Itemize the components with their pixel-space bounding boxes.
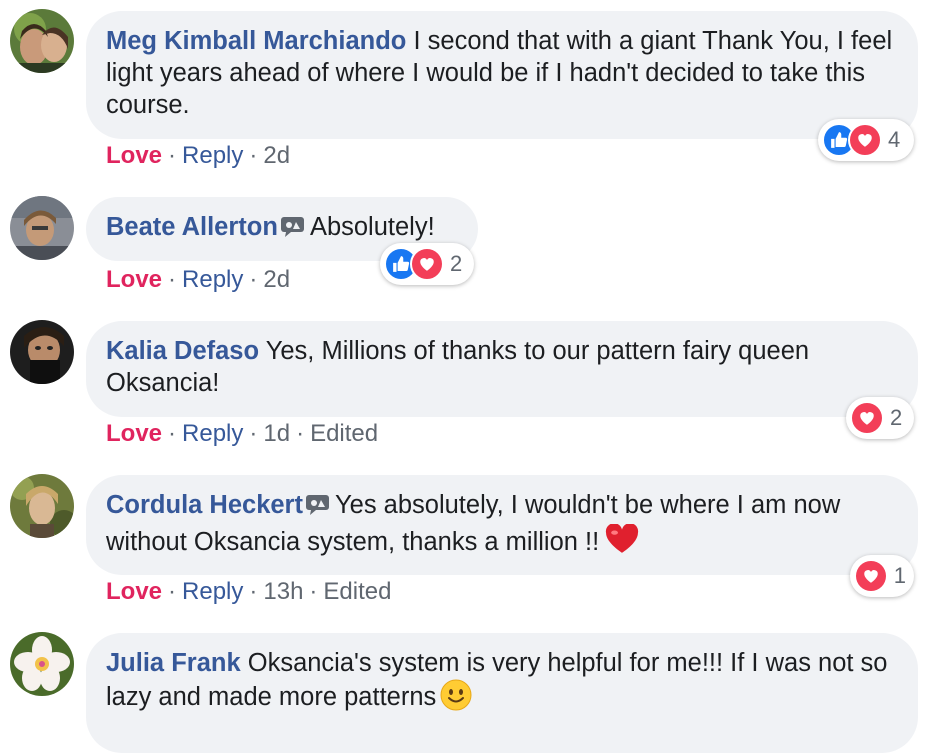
love-action-link[interactable]: Love (106, 578, 162, 605)
separator: · (249, 578, 258, 605)
separator: · (309, 578, 318, 605)
speech-bubble-badge-icon (280, 214, 306, 246)
comment-bubble: Meg Kimball Marchiando I second that wit… (86, 11, 918, 139)
reactions-summary[interactable]: 2 (380, 243, 474, 285)
comment-bubble: Kalia Defaso Yes, Millions of thanks to … (86, 321, 918, 417)
author-name[interactable]: Julia Frank (106, 649, 241, 677)
comment-actions: Love · Reply · 2d (106, 142, 290, 170)
edited-label[interactable]: Edited (323, 578, 391, 605)
separator: · (168, 578, 177, 605)
author-name[interactable]: Kalia Defaso (106, 337, 259, 365)
avatar[interactable] (10, 474, 74, 538)
separator: · (249, 266, 258, 293)
avatar[interactable] (10, 320, 74, 384)
reactions-summary[interactable]: 1 (850, 555, 914, 597)
comment-text: Absolutely! (309, 213, 435, 241)
red-heart-emoji-icon (605, 523, 639, 562)
heart-icon (410, 247, 444, 281)
avatar[interactable] (10, 632, 74, 696)
author-name[interactable]: Beate Allerton (106, 213, 278, 241)
edited-label[interactable]: Edited (310, 420, 378, 447)
reply-link[interactable]: Reply (182, 578, 243, 605)
reactions-summary[interactable]: 2 (846, 397, 914, 439)
heart-icon (850, 401, 884, 435)
reply-link[interactable]: Reply (182, 266, 243, 293)
separator: · (168, 420, 177, 447)
love-action-link[interactable]: Love (106, 142, 162, 169)
comment-actions: Love · Reply · 1d · Edited (106, 420, 378, 448)
heart-icon (848, 123, 882, 157)
reaction-count: 1 (893, 563, 906, 588)
separator: · (296, 420, 305, 447)
speech-bubble-badge-icon (305, 492, 331, 524)
slightly-smiling-face-emoji-icon (440, 679, 472, 719)
timestamp[interactable]: 1d (263, 420, 290, 447)
avatar[interactable] (10, 196, 74, 260)
avatar[interactable] (10, 9, 74, 73)
reactions-summary[interactable]: 4 (818, 119, 914, 161)
timestamp[interactable]: 13h (263, 578, 303, 605)
reaction-count: 2 (890, 405, 903, 430)
timestamp[interactable]: 2d (263, 266, 290, 293)
heart-icon (854, 559, 888, 593)
separator: · (168, 142, 177, 169)
love-action-link[interactable]: Love (106, 420, 162, 447)
reaction-count: 4 (888, 127, 901, 152)
reaction-count: 2 (450, 251, 463, 276)
comment-bubble: Julia Frank Oksancia's system is very he… (86, 633, 918, 753)
author-name[interactable]: Cordula Heckert (106, 491, 303, 519)
reply-link[interactable]: Reply (182, 142, 243, 169)
comment-actions: Love · Reply · 2d (106, 266, 290, 294)
comment-actions: Love · Reply · 13h · Edited (106, 578, 391, 606)
author-name[interactable]: Meg Kimball Marchiando (106, 27, 406, 55)
reply-link[interactable]: Reply (182, 420, 243, 447)
timestamp[interactable]: 2d (263, 142, 290, 169)
separator: · (249, 420, 258, 447)
separator: · (249, 142, 258, 169)
separator: · (168, 266, 177, 293)
comment-bubble: Cordula Heckert Yes absolutely, I wouldn'… (86, 475, 918, 575)
love-action-link[interactable]: Love (106, 266, 162, 293)
